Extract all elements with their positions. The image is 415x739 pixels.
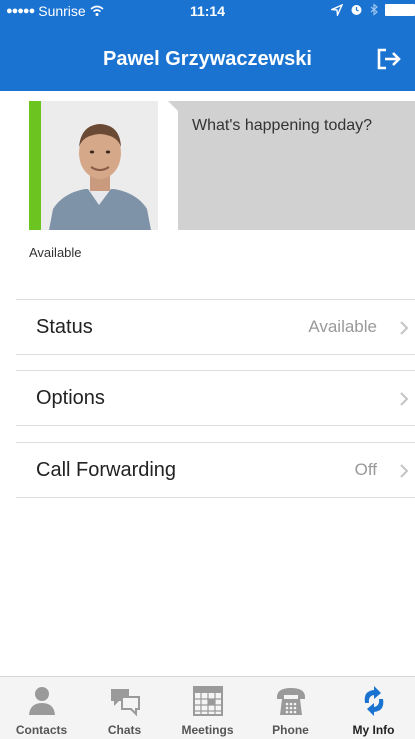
tab-meetings[interactable]: Meetings [166,677,249,739]
note-bubble-tail [168,101,178,111]
location-icon [331,3,343,16]
bluetooth-icon [370,3,378,16]
options-row[interactable]: Options [16,370,415,426]
alarm-icon [351,5,362,15]
contacts-icon [28,687,55,715]
tab-label: Phone [272,723,309,737]
profile-photo-frame[interactable] [29,101,158,230]
presence-indicator [29,101,41,230]
chats-icon [110,689,140,717]
phone-icon [276,688,305,715]
tab-chats[interactable]: Chats [83,677,166,739]
row-value: Off [354,460,377,479]
row-value: Available [308,317,377,336]
tab-phone[interactable]: Phone [249,677,332,739]
row-label: Status [36,316,93,338]
call-forwarding-row[interactable]: Call Forwarding Off [16,442,415,498]
availability-status: Available [29,245,82,260]
avatar-image [41,101,158,230]
chevron-right-icon [400,392,409,406]
tab-my-info[interactable]: My Info [332,677,415,739]
note-placeholder: What's happening today? [192,117,373,134]
system-icons [331,3,415,16]
status-bar: ●●●●● Sunrise 11:14 [0,0,415,22]
meetings-icon [192,686,223,716]
my-info-icon [364,686,383,716]
battery-icon [385,3,415,16]
avatar [41,101,158,230]
tab-label: Meetings [181,723,234,737]
logout-arrow-icon[interactable] [377,47,403,71]
tab-bar: Contacts Chats Meetings Phone My Info [0,676,415,739]
tab-contacts[interactable]: Contacts [0,677,83,739]
chevron-right-icon [400,464,409,478]
chevron-right-icon [400,321,409,335]
status-row[interactable]: Status Available [16,299,415,355]
tab-label: Chats [107,723,142,737]
tab-label: My Info [352,723,395,737]
tab-label: Contacts [15,723,68,737]
row-label: Options [36,387,105,409]
row-label: Call Forwarding [36,459,177,481]
app-header: ●●●●● Sunrise 11:14 Pawel Grzywaczewski [0,0,415,91]
page-title: Pawel Grzywaczewski [102,48,312,70]
